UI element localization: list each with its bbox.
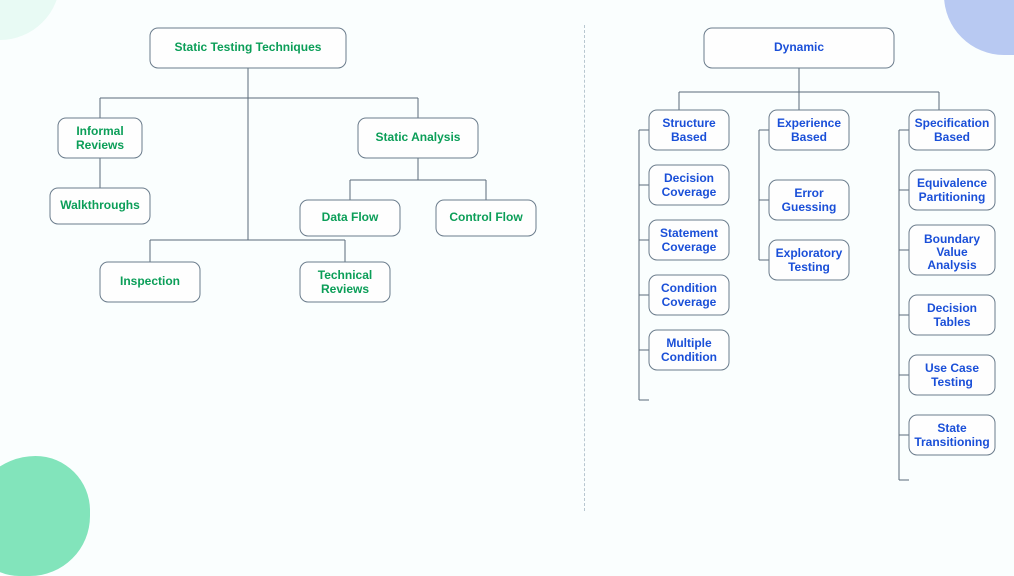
svg-text:Decision: Decision: [664, 171, 714, 185]
svg-text:State: State: [937, 421, 967, 435]
node-informal-reviews-l2: Reviews: [76, 138, 124, 152]
node-multiple-condition: Condition: [661, 350, 717, 364]
node-condition-coverage: Coverage: [662, 295, 717, 309]
node-informal-reviews-l1: Informal: [76, 124, 123, 138]
dynamic-testing-diagram: Dynamic Structure Based Decision Decisio…: [584, 0, 1014, 536]
node-technical-reviews-l2: Reviews: [321, 282, 369, 296]
node-inspection: Inspection: [120, 274, 180, 288]
svg-text:Value: Value: [936, 245, 968, 259]
svg-text:Statement: Statement: [660, 226, 718, 240]
node-equivalence-partitioning: Partitioning: [919, 190, 986, 204]
node-dynamic-root: Dynamic: [774, 40, 824, 54]
node-specification-based: Based: [934, 130, 970, 144]
svg-text:Coverage: Coverage: [662, 185, 717, 199]
svg-text:Use Case: Use Case: [925, 361, 979, 375]
svg-text:Decision: Decision: [927, 301, 977, 315]
node-walkthroughs: Walkthroughs: [60, 198, 140, 212]
svg-text:Equivalence: Equivalence: [917, 176, 987, 190]
node-data-flow: Data Flow: [322, 210, 379, 224]
node-use-case-testing: Testing: [931, 375, 973, 389]
svg-text:Specification: Specification: [915, 116, 990, 130]
node-exploratory-testing: Testing: [788, 260, 830, 274]
svg-text:Experience: Experience: [777, 116, 841, 130]
svg-text:Error: Error: [794, 186, 824, 200]
svg-text:Structure: Structure: [662, 116, 716, 130]
node-state-transitioning: Transitioning: [914, 435, 989, 449]
svg-text:Boundary: Boundary: [924, 232, 980, 246]
node-structure-based: Based: [671, 130, 707, 144]
svg-text:Exploratory: Exploratory: [776, 246, 843, 260]
static-testing-diagram: Static Testing Techniques Informal Revie…: [0, 0, 584, 536]
svg-text:Condition: Condition: [661, 281, 717, 295]
node-experience-based: Based: [791, 130, 827, 144]
node-boundary-value-analysis: Analysis: [927, 258, 977, 272]
node-error-guessing: Guessing: [782, 200, 837, 214]
node-control-flow: Control Flow: [449, 210, 523, 224]
node-statement-coverage: Coverage: [662, 240, 717, 254]
node-technical-reviews-l1: Technical: [318, 268, 372, 282]
svg-text:Multiple: Multiple: [666, 336, 712, 350]
node-static-analysis: Static Analysis: [376, 130, 461, 144]
node-static-root: Static Testing Techniques: [175, 40, 322, 54]
node-decision-tables: Tables: [933, 315, 970, 329]
